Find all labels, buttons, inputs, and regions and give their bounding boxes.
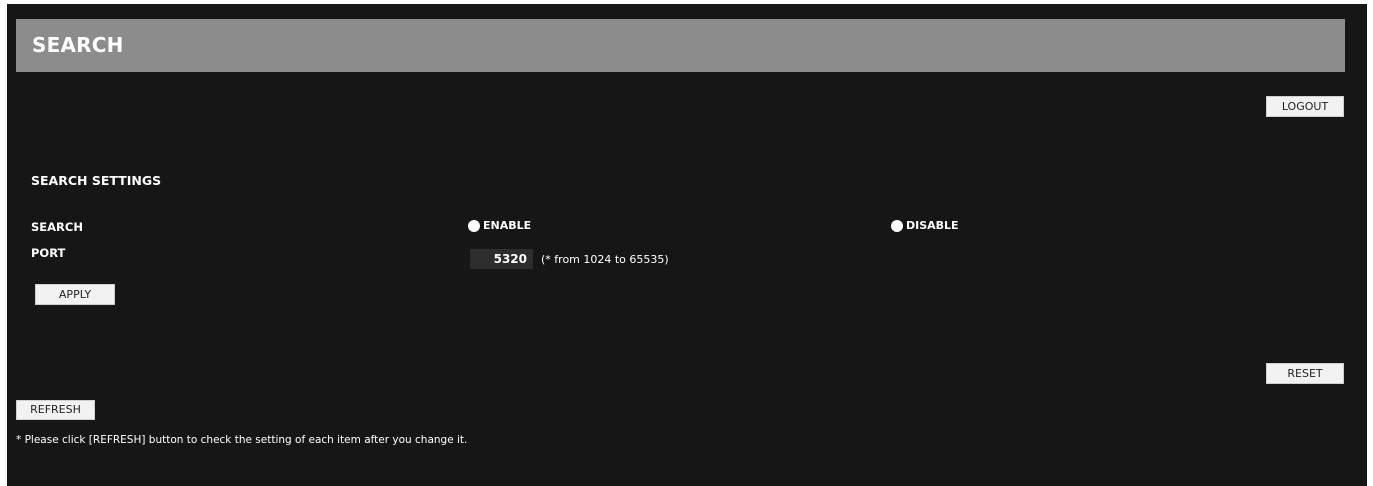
reset-button-label: RESET [1287, 367, 1323, 380]
search-label: SEARCH [31, 220, 83, 234]
port-input[interactable] [470, 249, 533, 269]
logout-button[interactable]: LOGOUT [1266, 96, 1344, 117]
disable-radio-label: DISABLE [906, 219, 959, 232]
refresh-button-label: REFRESH [30, 403, 81, 416]
reset-button[interactable]: RESET [1266, 363, 1344, 384]
page-title: SEARCH [32, 33, 124, 57]
logout-button-label: LOGOUT [1281, 100, 1329, 113]
section-title: SEARCH SETTINGS [31, 173, 162, 188]
port-range-hint: (* from 1024 to 65535) [541, 253, 669, 266]
refresh-button[interactable]: REFRESH [16, 400, 95, 420]
refresh-note: * Please click [REFRESH] button to check… [16, 434, 468, 446]
apply-button-label: APPLY [58, 288, 92, 301]
apply-button[interactable]: APPLY [35, 284, 115, 305]
enable-radio-option[interactable]: ENABLE [468, 219, 531, 232]
enable-radio-icon[interactable] [468, 219, 480, 232]
port-label: PORT [31, 246, 66, 260]
enable-radio-label: ENABLE [483, 219, 532, 232]
disable-radio-icon[interactable] [891, 219, 903, 232]
header-bar: SEARCH [16, 19, 1345, 72]
main-frame: SEARCH LOGOUT SEARCH SETTINGS SEARCH ENA… [7, 4, 1367, 486]
disable-radio-option[interactable]: DISABLE [891, 219, 959, 232]
